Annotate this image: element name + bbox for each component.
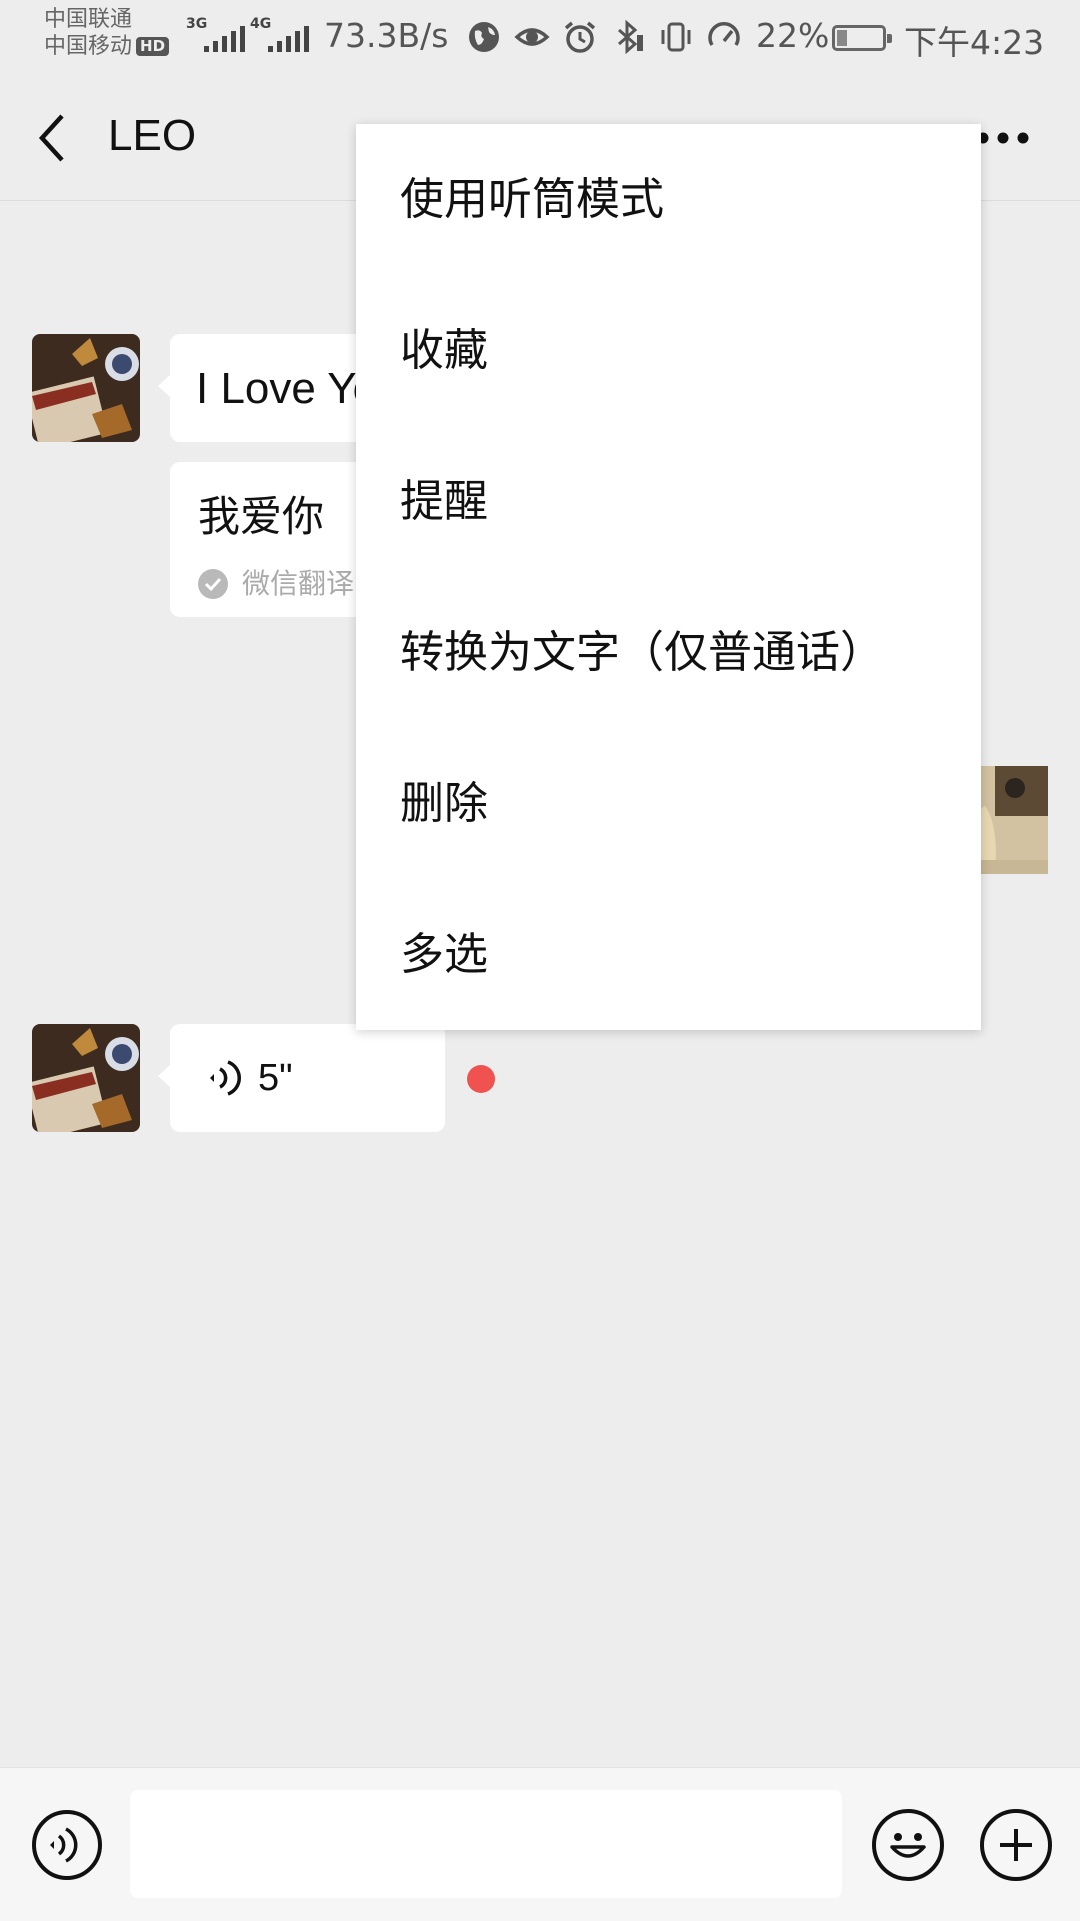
translation-source-label: 微信翻译 xyxy=(242,567,355,600)
voice-duration: 5" xyxy=(258,1057,293,1099)
signal-bars-1 xyxy=(204,26,245,52)
translation-source: 微信翻译 xyxy=(198,562,354,602)
avatar[interactable] xyxy=(32,334,140,442)
hd-badge: HD xyxy=(136,37,170,56)
plus-icon[interactable] xyxy=(980,1809,1052,1881)
menu-item-delete[interactable]: 删除 xyxy=(356,728,981,879)
status-bar: 中国联通 中国移动HD 4G 3G 4G 73.3B/s 22% 下午4:23 xyxy=(0,0,1080,76)
signal-bars-2 xyxy=(268,26,309,52)
alarm-icon xyxy=(564,21,596,53)
message-input[interactable] xyxy=(130,1790,842,1898)
message-text: I Love Yo xyxy=(196,364,378,413)
bluetooth-icon xyxy=(618,19,643,55)
status-time: 下午4:23 xyxy=(904,23,1045,62)
signal-4g-icon: 4G xyxy=(250,16,309,54)
globe-icon xyxy=(469,22,499,52)
status-icons xyxy=(466,14,742,60)
carrier-2-row: 中国移动 HD xyxy=(44,33,170,60)
voice-wave-icon xyxy=(210,1060,241,1096)
check-circle-icon xyxy=(198,569,228,599)
translation-text: 我爱你 xyxy=(198,492,325,541)
vibrate-icon xyxy=(661,22,691,52)
voice-mode-icon[interactable] xyxy=(32,1810,102,1880)
chevron-left-icon[interactable] xyxy=(32,110,72,166)
carrier-1: 中国联通 xyxy=(44,7,133,32)
menu-item-favorite[interactable]: 收藏 xyxy=(356,275,981,426)
network-speed: 73.3B/s xyxy=(324,16,449,55)
menu-item-multi-select[interactable]: 多选 xyxy=(356,879,981,1030)
menu-item-convert-to-text[interactable]: 转换为文字（仅普通话） xyxy=(356,577,981,728)
carrier-info: 中国联通 中国移动 HD xyxy=(44,6,170,60)
carrier-2: 中国移动 xyxy=(44,34,133,59)
eye-icon xyxy=(514,28,550,46)
menu-item-remind[interactable]: 提醒 xyxy=(356,426,981,577)
voice-message-bubble[interactable]: 5" xyxy=(158,1024,445,1132)
battery-icon xyxy=(832,25,892,51)
avatar[interactable] xyxy=(32,1024,140,1132)
menu-item-earpiece-mode[interactable]: 使用听筒模式 xyxy=(356,124,981,275)
context-menu: 使用听筒模式 收藏 提醒 转换为文字（仅普通话） 删除 多选 xyxy=(356,124,981,1030)
emoji-icon[interactable] xyxy=(872,1809,944,1881)
battery-fill xyxy=(837,30,847,46)
battery-percent: 22% xyxy=(756,16,830,55)
input-bar xyxy=(0,1767,1080,1921)
unread-dot xyxy=(467,1065,495,1093)
speed-icon xyxy=(708,22,740,46)
chat-title: LEO xyxy=(108,111,197,160)
more-horizontal-icon[interactable] xyxy=(975,128,1035,148)
signal-3g-icon: 4G 3G xyxy=(186,16,245,54)
